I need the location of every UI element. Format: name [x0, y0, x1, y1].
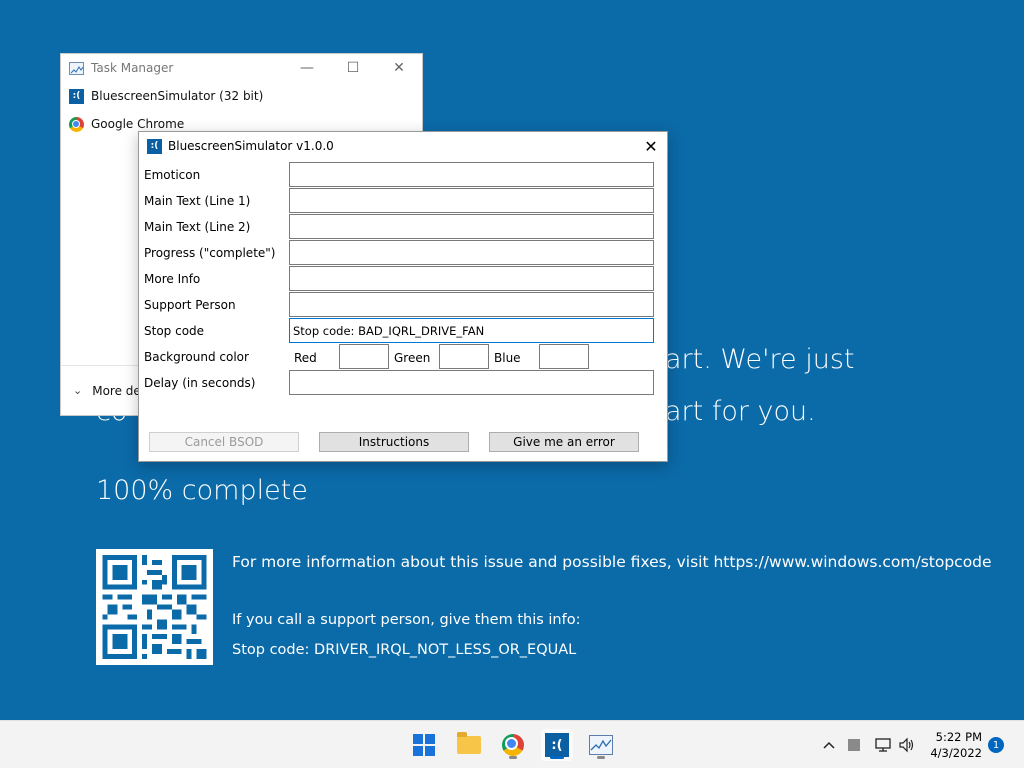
- task-manager-icon: [589, 735, 613, 755]
- clock-time: 5:22 PM: [935, 730, 982, 744]
- give-me-an-error-button[interactable]: Give me an error: [489, 432, 639, 452]
- running-indicator: [509, 756, 517, 759]
- support-person-label: Support Person: [144, 298, 236, 312]
- tray-app-icon[interactable]: [848, 721, 860, 768]
- green-label: Green: [394, 351, 431, 365]
- clock-date: 4/3/2022: [930, 746, 982, 760]
- delay-field[interactable]: [289, 370, 654, 395]
- bluescreen-simulator-icon: :(: [147, 138, 162, 154]
- stop-code-label: Stop code: [144, 324, 205, 338]
- bluescreen-simulator-dialog: :( BluescreenSimulator v1.0.0 ✕ Emoticon…: [138, 131, 668, 462]
- taskbar-chrome[interactable]: [497, 729, 529, 761]
- bluescreen-simulator-icon: :(: [69, 88, 84, 104]
- green-field[interactable]: [439, 344, 489, 369]
- bsod-stop-code: Stop code: DRIVER_IRQL_NOT_LESS_OR_EQUAL: [232, 642, 577, 658]
- taskbar: :( 5:22 PM 4/3/2022 1: [0, 720, 1024, 768]
- task-item-label: Google Chrome: [91, 117, 185, 131]
- dialog-titlebar: :( BluescreenSimulator v1.0.0: [139, 132, 667, 160]
- support-person-field[interactable]: [289, 292, 654, 317]
- minimize-icon[interactable]: —: [284, 54, 330, 82]
- more-info-field[interactable]: [289, 266, 654, 291]
- task-manager-icon: [69, 61, 84, 75]
- instructions-button[interactable]: Instructions: [319, 432, 469, 452]
- volume-icon[interactable]: [898, 721, 916, 768]
- bsod-progress: 100% complete: [96, 475, 308, 506]
- maximize-icon[interactable]: ☐: [330, 54, 376, 82]
- running-indicator: [550, 756, 564, 759]
- chevron-down-icon: ⌄: [73, 384, 83, 397]
- notification-badge[interactable]: 1: [988, 737, 1004, 753]
- red-label: Red: [294, 351, 317, 365]
- bsod-main-line-2: art for you.: [665, 396, 816, 427]
- windows-icon: [413, 734, 435, 756]
- stop-code-field[interactable]: [289, 318, 654, 343]
- start-button[interactable]: [408, 729, 440, 761]
- taskbar-file-explorer[interactable]: [453, 729, 485, 761]
- task-manager-title: Task Manager: [91, 61, 174, 75]
- main-text-line1-field[interactable]: [289, 188, 654, 213]
- progress-field[interactable]: [289, 240, 654, 265]
- bsod-more-info: For more information about this issue an…: [232, 553, 992, 571]
- network-icon[interactable]: [874, 721, 892, 768]
- more-info-label: More Info: [144, 272, 201, 286]
- taskbar-clock[interactable]: 5:22 PM 4/3/2022: [930, 729, 982, 761]
- bsod-main-line-1: art. We're just: [665, 344, 855, 375]
- blue-label: Blue: [494, 351, 521, 365]
- bsod-support-text: If you call a support person, give them …: [232, 612, 581, 628]
- cancel-bsod-button[interactable]: Cancel BSOD: [149, 432, 299, 452]
- running-indicator: [597, 756, 605, 759]
- main-text-line2-field[interactable]: [289, 214, 654, 239]
- chrome-icon: [69, 116, 84, 132]
- delay-label: Delay (in seconds): [144, 376, 256, 390]
- folder-icon: [457, 732, 481, 754]
- blue-field[interactable]: [539, 344, 589, 369]
- chrome-icon: [502, 734, 524, 756]
- close-icon[interactable]: ✕: [376, 54, 422, 82]
- background-color-label: Background color: [144, 350, 249, 364]
- taskbar-bluescreen-simulator[interactable]: :(: [541, 729, 573, 761]
- task-item-bluescreen-simulator[interactable]: :( BluescreenSimulator (32 bit): [61, 82, 422, 110]
- dialog-title: BluescreenSimulator v1.0.0: [168, 139, 334, 153]
- main-text-line1-label: Main Text (Line 1): [144, 194, 251, 208]
- taskbar-task-manager[interactable]: [585, 729, 617, 761]
- emoticon-field[interactable]: [289, 162, 654, 187]
- red-field[interactable]: [339, 344, 389, 369]
- tray-chevron-icon[interactable]: [822, 721, 836, 768]
- progress-label: Progress ("complete"): [144, 246, 276, 260]
- close-icon[interactable]: ✕: [639, 134, 663, 158]
- main-text-line2-label: Main Text (Line 2): [144, 220, 251, 234]
- qr-code: [96, 549, 213, 665]
- emoticon-label: Emoticon: [144, 168, 201, 182]
- bluescreen-simulator-icon: :(: [545, 733, 569, 757]
- task-item-label: BluescreenSimulator (32 bit): [91, 89, 264, 103]
- more-details-label: More de: [92, 383, 141, 398]
